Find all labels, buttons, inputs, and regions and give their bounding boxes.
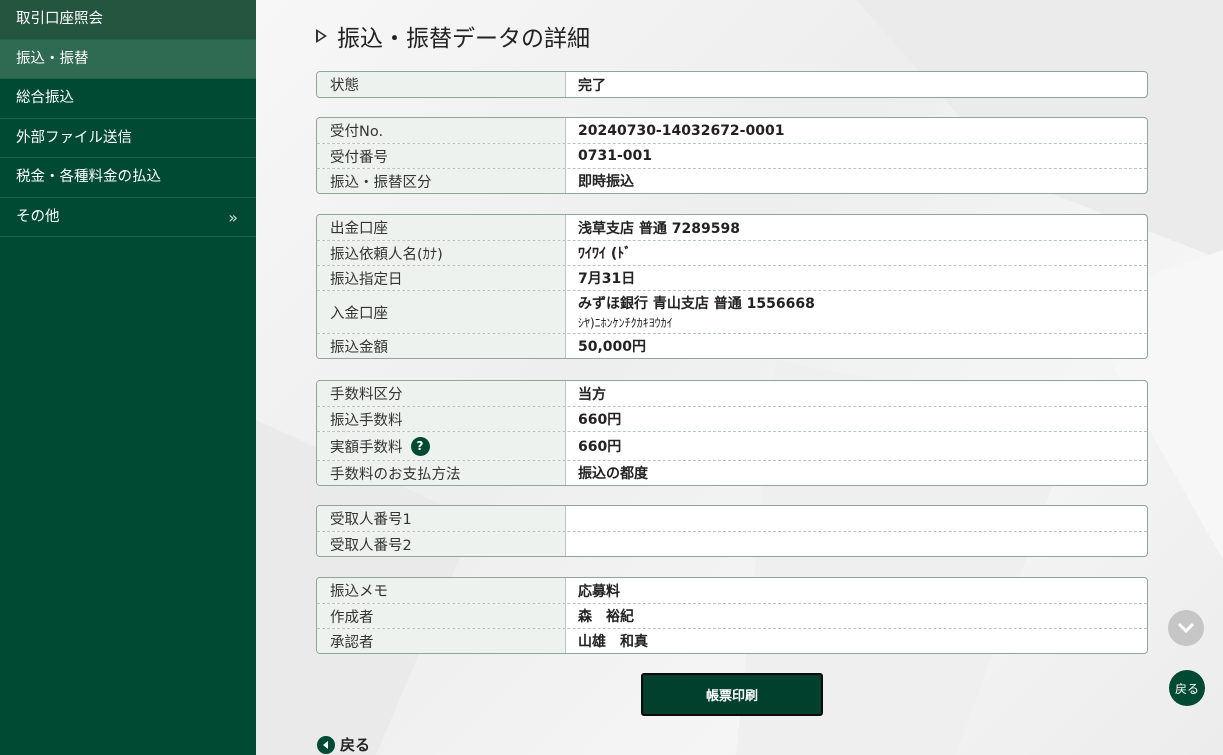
row-label: 受取人番号1 <box>317 506 566 531</box>
row-value: 応募料 <box>578 583 620 600</box>
row-value: ﾜｲﾜｲ (ﾄﾞ <box>578 246 632 262</box>
triangle-right-icon <box>316 29 327 43</box>
row-value: 660円 <box>578 439 622 455</box>
row-value: 7月31日 <box>578 271 636 287</box>
row-label: 承認者 <box>317 629 566 653</box>
row-label: 手数料のお支払方法 <box>317 461 566 485</box>
row-value: 660円 <box>578 412 622 428</box>
row-value: 50,000円 <box>578 339 647 355</box>
destination-account: みずほ銀行 青山支店 普通 1556668 <box>578 296 815 312</box>
recipient-table: 受取人番号1 受取人番号2 <box>316 505 1148 557</box>
scroll-down-button[interactable] <box>1168 610 1204 646</box>
back-link[interactable]: 戻る <box>317 734 370 755</box>
sidebar-item-account-inquiry[interactable]: 取引口座照会 <box>0 0 256 40</box>
row-value: 振込の都度 <box>578 466 648 482</box>
row-value: 20240730-14032672-0001 <box>578 122 785 139</box>
row-label: 出金口座 <box>317 215 566 240</box>
sidebar-item-other[interactable]: その他 » <box>0 198 256 237</box>
table-row: 手数料のお支払方法 振込の都度 <box>317 460 1147 485</box>
table-row: 受付No. 20240730-14032672-0001 <box>317 118 1147 143</box>
row-value: 当方 <box>578 386 606 403</box>
floating-back-button[interactable]: 戻る <box>1169 670 1205 706</box>
row-label: 受付No. <box>317 118 566 143</box>
table-row: 承認者 山雄 和真 <box>317 628 1147 653</box>
row-value: 森 裕紀 <box>578 609 634 625</box>
row-value: 浅草支店 普通 7289598 <box>578 220 740 237</box>
table-row: 振込・振替区分 即時振込 <box>317 168 1147 193</box>
destination-account-holder: ｼﾔ)ﾆﾎﾝｹﾝﾁｸｶｷﾖｳｶｲ <box>578 316 673 330</box>
receipt-table: 受付No. 20240730-14032672-0001 受付番号 0731-0… <box>316 117 1148 194</box>
chevron-down-icon <box>1177 622 1195 634</box>
row-label: 振込指定日 <box>317 266 566 290</box>
sidebar: 取引口座照会 振込・振替 総合振込 外部ファイル送信 税金・各種料金の払込 その… <box>0 0 256 755</box>
table-row: 出金口座 浅草支店 普通 7289598 <box>317 215 1147 240</box>
double-chevron-right-icon: » <box>228 207 238 227</box>
table-row: 手数料区分 当方 <box>317 381 1147 406</box>
table-row: 状態 完了 <box>317 72 1147 97</box>
table-row: 振込金額 50,000円 <box>317 333 1147 358</box>
row-label: 状態 <box>317 72 566 97</box>
row-value: 即時振込 <box>578 174 634 190</box>
help-icon[interactable]: ? <box>410 436 430 456</box>
table-row: 振込依頼人名(ｶﾅ) ﾜｲﾜｲ (ﾄﾞ <box>317 240 1147 265</box>
memo-table: 振込メモ 応募料 作成者 森 裕紀 承認者 山雄 和真 <box>316 577 1148 654</box>
row-value: みずほ銀行 青山支店 普通 1556668 ｼﾔ)ﾆﾎﾝｹﾝﾁｸｶｷﾖｳｶｲ <box>566 291 1147 333</box>
table-row: 受付番号 0731-001 <box>317 143 1147 168</box>
table-row: 作成者 森 裕紀 <box>317 603 1147 628</box>
row-value: 山雄 和真 <box>578 634 648 650</box>
row-label: 振込メモ <box>317 578 566 603</box>
table-row: 受取人番号1 <box>317 506 1147 531</box>
sidebar-item-external-file[interactable]: 外部ファイル送信 <box>0 119 256 158</box>
sidebar-item-tax-payment[interactable]: 税金・各種料金の払込 <box>0 158 256 198</box>
table-row: 振込メモ 応募料 <box>317 578 1147 603</box>
sidebar-item-transfer[interactable]: 振込・振替 <box>0 39 256 79</box>
row-label: 振込・振替区分 <box>317 169 566 193</box>
row-value <box>566 532 1147 556</box>
row-label: 実額手数料 ? <box>317 432 566 460</box>
table-row: 実額手数料 ? 660円 <box>317 431 1147 460</box>
row-label: 振込手数料 <box>317 407 566 431</box>
row-label: 振込金額 <box>317 334 566 358</box>
row-label: 振込依頼人名(ｶﾅ) <box>317 241 566 265</box>
sidebar-item-bulk-transfer[interactable]: 総合振込 <box>0 79 256 119</box>
main-content: 振込・振替データの詳細 状態 完了 受付No. 20240730-1403267… <box>256 0 1223 755</box>
back-link-label: 戻る <box>340 736 371 754</box>
page-title-text: 振込・振替データの詳細 <box>337 26 590 52</box>
row-value: 0731-001 <box>578 148 652 164</box>
sidebar-item-label: その他 <box>16 208 60 225</box>
row-label-text: 実額手数料 <box>330 439 403 456</box>
row-label: 受取人番号2 <box>317 532 566 556</box>
print-form-button[interactable]: 帳票印刷 <box>641 673 823 716</box>
page-title: 振込・振替データの詳細 <box>316 19 590 53</box>
row-label: 受付番号 <box>317 144 566 168</box>
row-value <box>566 506 1147 531</box>
row-label: 手数料区分 <box>317 381 566 406</box>
row-value: 完了 <box>578 77 606 94</box>
table-row: 入金口座 みずほ銀行 青山支店 普通 1556668 ｼﾔ)ﾆﾎﾝｹﾝﾁｸｶｷﾖ… <box>317 290 1147 333</box>
row-label: 入金口座 <box>317 291 566 333</box>
fee-table: 手数料区分 当方 振込手数料 660円 実額手数料 ? 660円 手数料のお支払… <box>316 380 1148 486</box>
transfer-table: 出金口座 浅草支店 普通 7289598 振込依頼人名(ｶﾅ) ﾜｲﾜｲ (ﾄﾞ… <box>316 214 1148 359</box>
chevron-left-icon <box>317 735 335 754</box>
table-row: 受取人番号2 <box>317 531 1147 556</box>
status-table: 状態 完了 <box>316 71 1148 98</box>
row-label: 作成者 <box>317 604 566 628</box>
table-row: 振込手数料 660円 <box>317 406 1147 431</box>
table-row: 振込指定日 7月31日 <box>317 265 1147 290</box>
